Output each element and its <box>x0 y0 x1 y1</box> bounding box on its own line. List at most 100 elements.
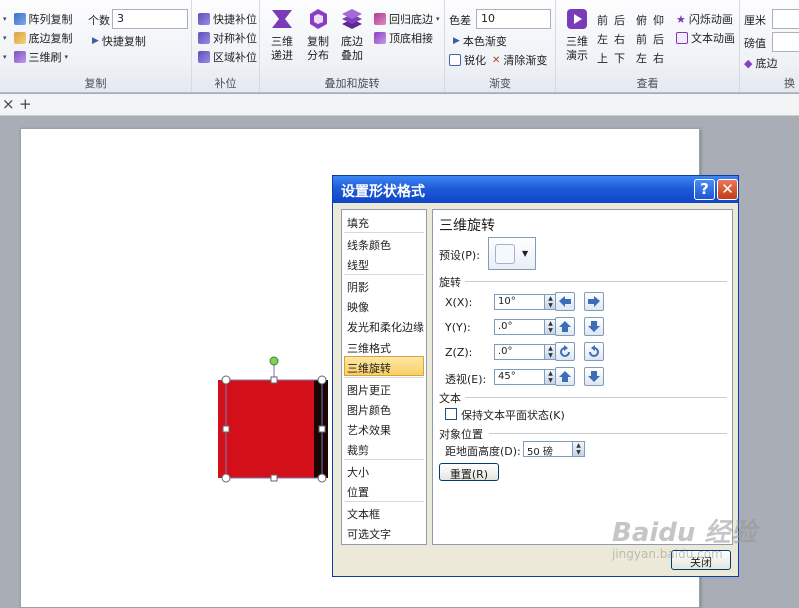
copy-group-label: 复制 <box>84 77 107 90</box>
nav-item-position[interactable]: 位置 <box>347 484 369 500</box>
bottom-copy-button[interactable]: ▾ 底边复制 <box>3 30 73 46</box>
y-rotation-input[interactable]: .0° <box>494 319 545 335</box>
color-diff-input[interactable]: 10 <box>476 9 551 29</box>
rotate-down-button[interactable] <box>584 317 604 336</box>
text-anim-label: 文本动画 <box>691 32 735 45</box>
clear-grad-label: 清除渐变 <box>503 54 548 67</box>
cm-input[interactable] <box>772 9 799 29</box>
demo-3d-label: 三维 演示 <box>566 35 588 62</box>
color-diff-label: 色差 <box>449 14 471 27</box>
preset-dropdown[interactable]: ▼ <box>488 237 536 270</box>
nav-item-alt-text[interactable]: 可选文字 <box>347 526 391 542</box>
resize-handle <box>221 473 231 483</box>
view-left-button[interactable]: 左 <box>597 31 608 47</box>
resize-handle <box>317 473 327 483</box>
nav-item-glow-soft-edges[interactable]: 发光和柔化边缘 <box>347 319 424 335</box>
top-bottom-button[interactable]: 顶底相接 <box>374 30 433 46</box>
bottom-edge-button[interactable]: ◆ 底边 <box>744 55 777 71</box>
return-bottom-icon <box>374 13 386 25</box>
return-bottom-button[interactable]: 回归底边 ▾ <box>374 11 440 27</box>
nav-item-3d-format[interactable]: 三维格式 <box>347 340 391 356</box>
distance-spinner[interactable]: ▲ ▼ <box>572 441 585 457</box>
nav-divider <box>344 459 424 460</box>
pound-input[interactable] <box>772 32 799 52</box>
rotate-up-button[interactable] <box>555 317 575 336</box>
widen-fov-button[interactable] <box>584 367 604 386</box>
view-top-button[interactable]: 俯 <box>636 12 647 28</box>
view-front-button[interactable]: 前 <box>597 12 608 28</box>
distance-from-ground-input[interactable]: 50 磅 <box>523 441 573 458</box>
help-button[interactable]: ? <box>694 179 715 200</box>
nav-item-shadow[interactable]: 阴影 <box>347 279 369 295</box>
flash-anim-button[interactable]: ★ 闪烁动画 <box>676 11 733 27</box>
reset-button[interactable]: 重置(R) <box>439 463 499 481</box>
view-up-button[interactable]: 上 <box>597 50 608 66</box>
brush-3d-label: 三维刷 <box>28 51 62 64</box>
view-bottom-button[interactable]: 仰 <box>653 12 664 28</box>
brush-3d-button[interactable]: ▾ 三维刷 ▾ <box>3 49 68 65</box>
star-icon: ★ <box>676 12 686 26</box>
nav-item-reflection[interactable]: 映像 <box>347 299 369 315</box>
nav-item-text-box[interactable]: 文本框 <box>347 506 380 522</box>
step-3d-button[interactable]: 三维 递进 <box>262 0 302 63</box>
view-right-button[interactable]: 右 <box>614 31 625 47</box>
nav-item-size[interactable]: 大小 <box>347 464 369 480</box>
rotate-ccw-button[interactable] <box>555 342 575 361</box>
clear-grad-button[interactable]: ✕ 清除渐变 <box>492 52 547 68</box>
3d-rotation-panel: 三维旋转 预设(P): ▼ 旋转 X(X): 10° ▲ ▼ Y(Y): .0° … <box>432 209 733 545</box>
nav-item-picture-corrections[interactable]: 图片更正 <box>347 382 391 398</box>
text-anim-button[interactable]: 文本动画 <box>676 30 735 46</box>
sharpen-button[interactable]: 锐化 <box>449 52 486 68</box>
perspective-input[interactable]: 45° <box>494 369 545 385</box>
nav-item-picture-color[interactable]: 图片颜色 <box>347 402 391 418</box>
bottom-stack-button[interactable]: 底边 叠加 <box>332 0 372 63</box>
add-tab-icon[interactable]: + <box>19 95 32 113</box>
distance-from-ground-label: 距地面高度(D): <box>445 445 521 458</box>
view-right2-button[interactable]: 右 <box>653 50 664 66</box>
nav-item-line-color[interactable]: 线条颜色 <box>347 237 391 253</box>
narrow-fov-icon <box>559 371 571 382</box>
quick-copy-button[interactable]: ▶ 快捷复制 <box>92 33 146 49</box>
x-rotation-input[interactable]: 10° <box>494 294 545 310</box>
section-divider <box>489 433 727 434</box>
view-front2-button[interactable]: 前 <box>636 31 647 47</box>
view-left2-button[interactable]: 左 <box>636 50 647 66</box>
sym-fill-label: 对称补位 <box>213 32 257 45</box>
keep-text-flat-checkbox[interactable] <box>445 408 457 420</box>
nav-item-3d-rotation[interactable]: 三维旋转 <box>347 360 391 376</box>
area-fill-button[interactable]: 区域补位 <box>198 49 257 65</box>
count-input[interactable]: 3 <box>112 9 188 29</box>
bottom-copy-icon <box>13 32 26 44</box>
array-copy-button[interactable]: ▾ 阵列复制 <box>3 11 73 27</box>
view-down-button[interactable]: 下 <box>614 50 625 66</box>
dialog-title-bar[interactable]: 设置形状格式 <box>333 176 738 203</box>
close-icon[interactable]: ✕ <box>717 179 738 200</box>
rotate-left-button[interactable] <box>555 292 575 311</box>
selected-3d-shape[interactable] <box>210 352 334 486</box>
rotate-cw-button[interactable] <box>584 342 604 361</box>
bottom-copy-label: 底边复制 <box>28 32 73 45</box>
sym-fill-button[interactable]: 对称补位 <box>198 30 257 46</box>
view-back2-button[interactable]: 后 <box>653 31 664 47</box>
nav-item-artistic-effects[interactable]: 艺术效果 <box>347 422 391 438</box>
rotate-right-icon <box>588 296 600 307</box>
gradient-group: 色差 10 ▶ 本色渐变 锐化 ✕ 清除渐变 渐变 <box>445 0 556 92</box>
z-rotation-input[interactable]: .0° <box>494 344 545 360</box>
nav-item-crop[interactable]: 裁剪 <box>347 442 369 458</box>
quick-fill-label: 快捷补位 <box>213 13 257 26</box>
play-icon: ▶ <box>92 36 99 46</box>
nav-item-fill[interactable]: 填充 <box>347 215 369 231</box>
sym-fill-icon <box>198 32 210 44</box>
rotate-down-icon <box>588 321 600 332</box>
nav-item-line-style[interactable]: 线型 <box>347 257 369 273</box>
nav-divider <box>344 501 424 502</box>
view-back-button[interactable]: 后 <box>614 12 625 28</box>
close-tab-icon[interactable]: × <box>2 95 15 113</box>
own-color-grad-button[interactable]: ▶ 本色渐变 <box>453 33 507 49</box>
demo-3d-button[interactable]: 三维 演示 <box>557 0 597 63</box>
narrow-fov-button[interactable] <box>555 367 575 386</box>
top-bottom-label: 顶底相接 <box>389 32 433 45</box>
panel-heading: 三维旋转 <box>439 218 495 234</box>
quick-fill-button[interactable]: 快捷补位 <box>198 11 257 27</box>
rotate-right-button[interactable] <box>584 292 604 311</box>
